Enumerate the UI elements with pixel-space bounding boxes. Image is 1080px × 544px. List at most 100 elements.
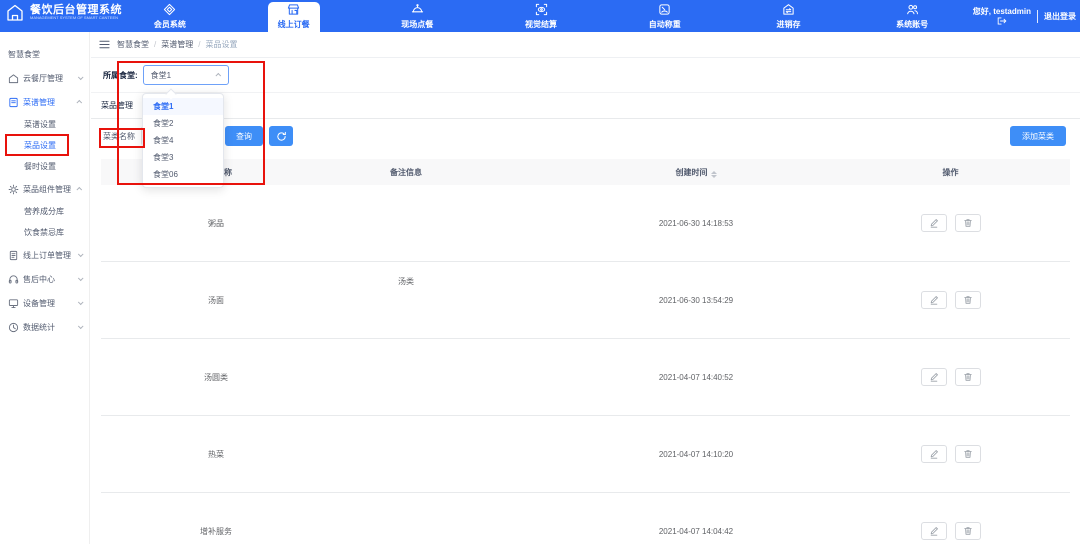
app-subtitle: MANAGEMENT SYSTEM OF SMART CANTEEN — [30, 16, 119, 21]
online-store-icon — [287, 3, 300, 18]
sidebar-group-online-orders[interactable]: 线上订单管理 — [0, 243, 89, 267]
user-area: 您好, testadmin 退出登录 — [973, 0, 1076, 32]
category-name: 汤面 — [208, 295, 224, 305]
divider — [1037, 9, 1038, 23]
chevron-up-icon — [76, 99, 83, 106]
canteen-dropdown: 食堂1 食堂2 食堂4 食堂3 食堂06 — [142, 93, 224, 188]
delete-icon — [963, 527, 972, 535]
sidebar-group-aftersales[interactable]: 售后中心 — [0, 267, 89, 291]
table-row: 热菜 2021-04-07 14:10:20 — [101, 416, 1070, 493]
dropdown-option-canteen2[interactable]: 食堂2 — [143, 115, 223, 132]
dropdown-option-canteen4[interactable]: 食堂4 — [143, 132, 223, 149]
edit-icon — [930, 296, 938, 305]
breadcrumb-item-smart-canteen[interactable]: 智慧食堂 — [117, 39, 149, 50]
created-time: 2021-06-30 14:18:53 — [658, 218, 734, 228]
category-name: 粥品 — [208, 218, 224, 228]
delete-icon — [963, 450, 972, 458]
dish-management-section: 菜品管理 菜类名称 查询 添加菜类 菜类名称 备注信息 创建时间 — [91, 92, 1080, 544]
created-time: 2021-04-07 14:10:20 — [658, 449, 734, 459]
logo-house-icon — [7, 4, 23, 21]
nav-vision-checkout[interactable]: 视觉结算 — [479, 0, 603, 32]
canteen-select[interactable]: 食堂1 — [142, 65, 229, 85]
nav-member-system[interactable]: 会员系统 — [108, 0, 232, 32]
canteen-filter-label: 所属食堂: — [103, 70, 138, 80]
dish-cloche-icon — [411, 3, 424, 18]
sidebar-group-devices[interactable]: 设备管理 — [0, 291, 89, 315]
collapse-sidebar-icon[interactable] — [99, 39, 110, 50]
topbar: 餐饮后台管理系统 MANAGEMENT SYSTEM OF SMART CANT… — [0, 0, 1080, 32]
warehouse-icon — [782, 3, 795, 18]
breadcrumb-bar: 智慧食堂 菜谱管理 菜品设置 — [91, 32, 1080, 58]
table-row: 汤圆类 2021-04-07 14:40:52 — [101, 339, 1070, 416]
category-name: 热菜 — [208, 449, 224, 459]
col-created-time[interactable]: 创建时间 — [481, 167, 881, 178]
delete-icon — [963, 296, 972, 304]
created-time: 2021-04-07 14:40:52 — [658, 372, 734, 382]
edit-icon — [930, 527, 938, 536]
nav-online-ordering[interactable]: 线上订餐 — [232, 0, 356, 32]
section-title: 菜品管理 — [91, 93, 1080, 119]
sidebar-item-smart-canteen[interactable]: 智慧食堂 — [0, 42, 89, 66]
refresh-button[interactable] — [269, 126, 293, 146]
chevron-down-icon — [77, 251, 84, 258]
table-row: 增补服务 2021-04-07 14:04:42 — [101, 493, 1070, 544]
sidebar-item-recipe-settings[interactable]: 菜谱设置 — [0, 114, 89, 135]
col-note: 备注信息 — [390, 167, 422, 177]
logout-arrow-icon[interactable] — [997, 17, 1007, 25]
created-time: 2021-06-30 13:54:29 — [658, 295, 734, 305]
breadcrumb-item-dish-settings: 菜品设置 — [193, 39, 237, 50]
refresh-icon — [276, 131, 286, 141]
sidebar-group-cloud-canteen[interactable]: 云餐厅管理 — [0, 66, 89, 90]
dropdown-option-canteen1[interactable]: 食堂1 — [143, 98, 223, 115]
table-row: 汤面 汤类 2021-06-30 13:54:29 — [101, 262, 1070, 339]
nav-onsite-ordering[interactable]: 现场点餐 — [355, 0, 479, 32]
sidebar-item-mealtime-settings[interactable]: 餐时设置 — [0, 156, 89, 177]
chevron-up-icon — [76, 186, 83, 193]
auto-scale-icon — [658, 3, 671, 18]
dropdown-option-canteen06[interactable]: 食堂06 — [143, 166, 223, 183]
sidebar-group-statistics[interactable]: 数据统计 — [0, 315, 89, 339]
member-badge-icon — [163, 3, 176, 18]
sort-carets-icon[interactable] — [710, 170, 717, 178]
sidebar-item-nutrition-library[interactable]: 营养成分库 — [0, 201, 89, 222]
edit-icon — [930, 219, 938, 228]
query-button[interactable]: 查询 — [225, 126, 263, 146]
canteen-select-value: 食堂1 — [150, 70, 172, 80]
nav-system-accounts[interactable]: 系统账号 — [850, 0, 974, 32]
delete-button[interactable] — [954, 445, 981, 463]
app-window: 餐饮后台管理系统 MANAGEMENT SYSTEM OF SMART CANT… — [0, 0, 1080, 544]
nav-inventory[interactable]: 进销存 — [727, 0, 851, 32]
table-header-row: 菜类名称 备注信息 创建时间 操作 — [101, 159, 1070, 185]
device-icon — [8, 298, 19, 308]
delete-button[interactable] — [954, 522, 981, 540]
delete-button[interactable] — [954, 214, 981, 232]
sidebar-item-dish-settings[interactable]: 菜品设置 — [0, 135, 89, 156]
edit-button[interactable] — [920, 522, 947, 540]
chevron-up-icon — [215, 72, 221, 79]
edit-button[interactable] — [920, 291, 947, 309]
components-gear-icon — [8, 184, 19, 194]
dropdown-option-canteen3[interactable]: 食堂3 — [143, 149, 223, 166]
toolbar: 菜类名称 查询 添加菜类 — [91, 119, 1080, 153]
breadcrumb-item-recipe-mgmt[interactable]: 菜谱管理 — [149, 39, 193, 50]
cloud-canteen-icon — [8, 73, 19, 83]
add-category-button[interactable]: 添加菜类 — [1010, 126, 1066, 146]
breadcrumb: 智慧食堂 菜谱管理 菜品设置 — [117, 39, 237, 50]
chevron-down-icon — [77, 74, 84, 81]
chevron-down-icon — [77, 323, 84, 330]
logout-button[interactable]: 退出登录 — [1044, 11, 1076, 22]
sidebar-item-diet-taboo-library[interactable]: 饮食禁忌库 — [0, 222, 89, 243]
delete-button[interactable] — [954, 368, 981, 386]
delete-button[interactable] — [954, 291, 981, 309]
nav-auto-weigh[interactable]: 自动称重 — [603, 0, 727, 32]
edit-button[interactable] — [920, 214, 947, 232]
sidebar-group-dish-components[interactable]: 菜品组件管理 — [0, 177, 89, 201]
category-table: 菜类名称 备注信息 创建时间 操作 粥品 2021-06-30 14:18:53 — [101, 159, 1070, 544]
sidebar: 智慧食堂 云餐厅管理 菜谱管理 菜谱设置 菜品设置 餐时设置 菜品组件管理 营养… — [0, 32, 90, 544]
search-label: 菜类名称 — [103, 131, 135, 141]
edit-button[interactable] — [920, 368, 947, 386]
vision-scan-icon — [535, 3, 548, 18]
edit-button[interactable] — [920, 445, 947, 463]
sidebar-group-recipe-mgmt[interactable]: 菜谱管理 — [0, 90, 89, 114]
user-greeting: 您好, testadmin — [973, 7, 1031, 25]
